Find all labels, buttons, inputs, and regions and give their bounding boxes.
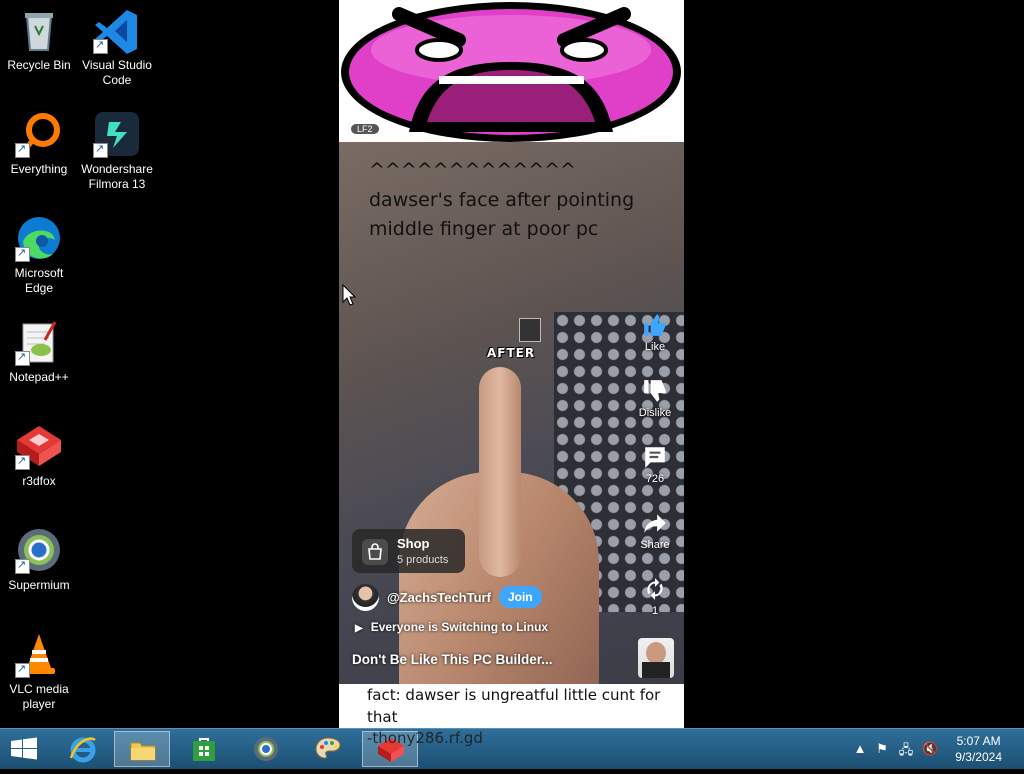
caption-line-2: middle finger at poor pc <box>369 218 599 240</box>
shop-subtitle: 5 products <box>397 554 449 566</box>
desktop-icon-vlc[interactable]: VLC mediaplayer <box>0 630 78 712</box>
shopping-bag-icon <box>362 539 388 565</box>
desktop-icon-everything[interactable]: Everything <box>0 110 78 177</box>
clock[interactable]: 5:07 AM 9/3/2024 <box>955 733 1002 765</box>
volume-muted-icon[interactable]: 🔇 <box>922 741 938 757</box>
bottom-caption: fact: dawser is ungreatful little cunt f… <box>339 684 684 728</box>
amd-sticker <box>519 318 541 342</box>
desktop-icon-label: Supermium <box>8 578 70 592</box>
r3dfox-icon <box>15 422 63 470</box>
desktop-icon-filmora[interactable]: WondershareFilmora 13 <box>78 110 156 192</box>
start-button[interactable] <box>0 729 48 769</box>
desktop-icon-label: Visual Studio Code <box>82 58 152 87</box>
desktop-icon-supermium[interactable]: Supermium <box>0 526 78 593</box>
internet-explorer-icon <box>69 737 96 763</box>
taskbar-paint[interactable] <box>300 731 356 767</box>
thumbs-down-icon <box>644 380 666 402</box>
network-icon[interactable]: 🖧 <box>898 741 914 757</box>
taskbar: -thony286.rf.gd ▲ ⚑ 🖧 🔇 5:07 AM 9/3/2024 <box>0 728 1024 769</box>
caption-line-1: dawser's face after pointing <box>369 189 635 211</box>
share-icon <box>644 514 666 533</box>
clock-time: 5:07 AM <box>956 734 1001 748</box>
after-label: AFTER <box>487 346 536 360</box>
store-icon <box>193 738 215 761</box>
playlist-link[interactable]: ▶ Everyone is Switching to Linux <box>355 620 548 634</box>
system-tray: ▲ ⚑ 🖧 🔇 5:07 AM 9/3/2024 <box>844 729 1024 769</box>
taskbar-store[interactable] <box>176 731 232 767</box>
meme-image-viewer: LF2 ^^^^^^^^^^^^^ dawser's face after po… <box>339 0 684 728</box>
everything-search-icon <box>15 110 63 158</box>
remix-count: 1 <box>651 605 659 617</box>
desktop-icon-vscode[interactable]: Visual StudioCode <box>78 6 156 88</box>
share-label: Share <box>640 539 670 551</box>
supermium-icon <box>254 737 278 761</box>
notepadpp-icon <box>15 318 63 366</box>
caption-arrows: ^^^^^^^^^^^^^ <box>369 159 576 181</box>
desktop-icon-label: r3dfox <box>22 474 56 488</box>
comment-icon <box>645 447 665 468</box>
taskbar-internet-explorer[interactable] <box>55 731 111 767</box>
show-hidden-icons-icon[interactable]: ▲ <box>852 741 868 757</box>
edge-icon <box>15 214 63 262</box>
vscode-icon <box>93 6 141 54</box>
folder-icon <box>130 742 156 761</box>
desktop-icon-label: Recycle Bin <box>7 58 71 72</box>
like-button[interactable]: Like <box>629 312 681 353</box>
filmora-icon <box>93 110 141 158</box>
comments-count: 726 <box>645 473 665 485</box>
recycle-bin-icon <box>15 6 63 54</box>
channel-avatar[interactable] <box>352 583 379 611</box>
desktop-icon-recycle-bin[interactable]: Recycle Bin <box>0 6 78 73</box>
vlc-icon <box>15 630 63 678</box>
taskbar-file-explorer[interactable] <box>114 731 170 767</box>
channel-name[interactable]: @ZachsTechTurf <box>387 590 491 605</box>
clock-date: 9/3/2024 <box>955 750 1002 764</box>
desktop-icon-label: Notepad++ <box>9 370 69 384</box>
mouse-cursor-icon <box>342 284 356 306</box>
face-badge: LF2 <box>351 124 379 134</box>
sound-thumbnail[interactable] <box>638 638 674 678</box>
shop-chip[interactable]: Shop 5 products <box>352 529 465 573</box>
join-button[interactable]: Join <box>498 586 542 608</box>
share-button[interactable]: Share <box>629 510 681 551</box>
channel-row: @ZachsTechTurf Join <box>352 583 542 611</box>
like-label: Like <box>644 341 666 353</box>
comments-button[interactable]: 726 <box>629 444 681 485</box>
angry-face-image: LF2 <box>339 0 684 142</box>
windows-logo-icon <box>11 737 37 760</box>
desktop-icon-label: Everything <box>10 162 68 176</box>
supermium-icon <box>15 526 63 574</box>
video-frame: ^^^^^^^^^^^^^ dawser's face after pointi… <box>339 142 684 684</box>
remix-icon <box>647 578 663 600</box>
taskbar-supermium[interactable] <box>238 731 294 767</box>
desktop-icon-label: VLC media player <box>9 682 69 711</box>
bottom-caption-line-1: fact: dawser is ungreatful little cunt f… <box>367 686 661 704</box>
bottom-caption-line-2: that <box>367 708 398 726</box>
middle-finger <box>479 367 521 577</box>
video-title: Don't Be Like This PC Builder... <box>352 652 553 667</box>
playlist-title: Everyone is Switching to Linux <box>370 620 549 634</box>
shop-title: Shop <box>397 536 430 551</box>
bottom-url-overlay: -thony286.rf.gd <box>367 729 483 747</box>
action-center-flag-icon[interactable]: ⚑ <box>874 741 890 757</box>
desktop-icon-notepadpp[interactable]: Notepad++ <box>0 318 78 385</box>
desktop-icon-label: Wondershare Filmora 13 <box>81 162 153 191</box>
desktop-icon-edge[interactable]: MicrosoftEdge <box>0 214 78 296</box>
remix-button[interactable]: 1 <box>629 576 681 617</box>
play-icon: ▶ <box>355 623 363 634</box>
dislike-button[interactable]: Dislike <box>629 378 681 419</box>
paint-palette-icon <box>315 737 341 759</box>
thumbs-up-icon <box>644 314 666 336</box>
dislike-label: Dislike <box>638 407 672 419</box>
desktop-icon-label: Microsoft Edge <box>14 266 64 295</box>
desktop-icon-r3dfox[interactable]: r3dfox <box>0 422 78 489</box>
